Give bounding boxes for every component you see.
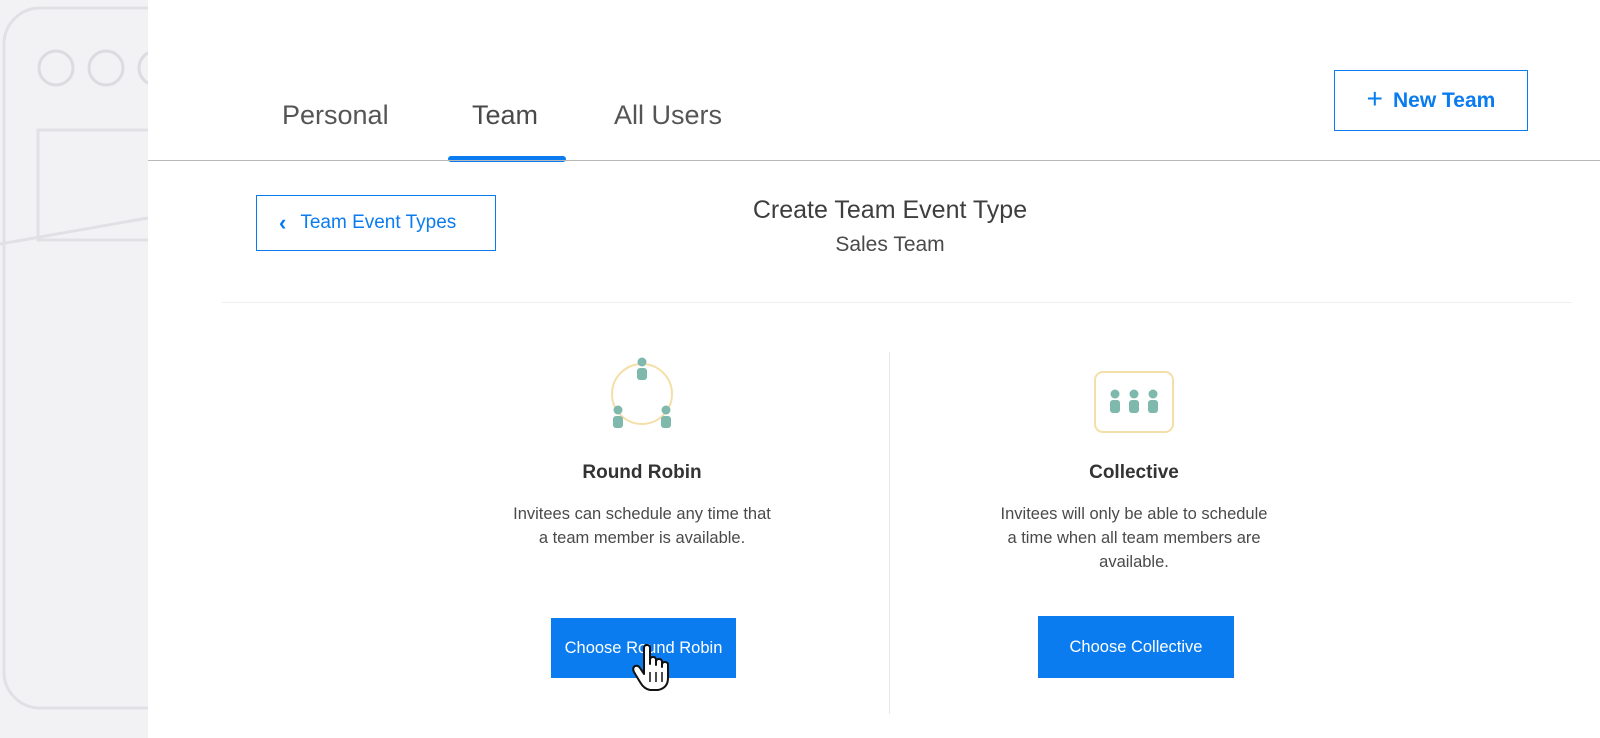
back-button-label: Team Event Types [300,212,457,233]
round-robin-title: Round Robin [582,462,702,483]
collective-option: Collective Invitees will only be able to… [974,352,1294,574]
chevron-left-icon: ‹ [279,210,287,235]
team-event-types-back-button[interactable]: ‹ Team Event Types [256,195,496,251]
choose-collective-button[interactable]: Choose Collective [1038,616,1234,678]
hand-pointer-icon [632,644,672,697]
tab-bar: Personal Team All Users + New Team [148,0,1600,162]
round-robin-icon [482,352,802,442]
round-robin-description: Invitees can schedule any time that a te… [513,505,771,547]
tab-personal[interactable]: Personal [282,100,389,131]
round-robin-option: Round Robin Invitees can schedule any ti… [482,352,802,550]
new-team-button[interactable]: + New Team [1334,70,1528,131]
header-separator [222,302,1572,303]
collective-icon [974,352,1294,442]
collective-description: Invitees will only be able to schedule a… [1000,505,1268,571]
browser-illustration-icon [0,6,148,710]
tab-divider [148,160,1600,161]
left-decorative-panel [0,0,148,738]
tab-all-users[interactable]: All Users [614,100,722,131]
page-subtitle: Sales Team [835,233,945,256]
collective-title: Collective [1089,462,1179,483]
options-divider [889,352,890,714]
tab-team[interactable]: Team [472,100,538,131]
active-tab-indicator [448,156,566,162]
page-title: Create Team Event Type [752,196,1028,224]
new-team-label: New Team [1393,88,1496,112]
plus-icon: + [1366,83,1384,114]
